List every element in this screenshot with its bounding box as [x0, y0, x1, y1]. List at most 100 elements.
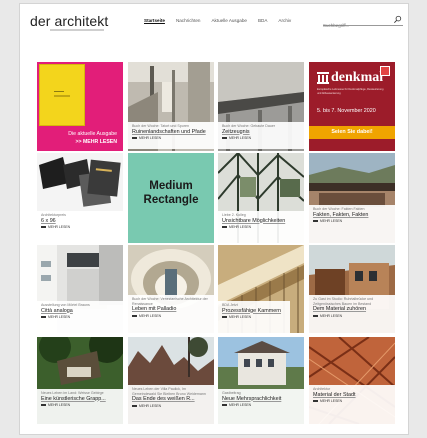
read-more-link[interactable]: MEHR LESEN — [222, 225, 300, 229]
read-more-label: MEHR LESEN — [48, 315, 71, 319]
leipzig-fair-logo — [380, 66, 390, 76]
article-title[interactable]: Das Ende des weißen R... — [132, 396, 210, 403]
article-title[interactable]: Dem Material zuhören — [313, 306, 391, 313]
tile-article-6x96[interactable]: Architekturpreis 6 x 96 MEHR LESEN — [37, 153, 123, 243]
read-more-label: MEHR LESEN — [48, 225, 71, 229]
article-card: Liebe 2. Kolleg Unsichtbare Möglichkeite… — [218, 211, 304, 243]
read-more-label: MEHR LESEN — [229, 136, 252, 140]
bar-icon — [41, 404, 46, 406]
read-more-link[interactable]: MEHR LESEN — [41, 315, 119, 319]
read-more-label: MEHR LESEN — [320, 219, 343, 223]
read-more-link[interactable]: MEHR LESEN — [313, 399, 391, 403]
article-card: Architekturpreis 6 x 96 MEHR LESEN — [37, 211, 123, 243]
bar-icon — [313, 400, 318, 402]
tile-article-kammern[interactable]: BDA Jetzt Prozessfähige Kammern MEHR LES… — [218, 245, 304, 333]
tile-article-material[interactable]: Zu Gast im Studio: Ruhrtalbrücke und Zei… — [309, 245, 395, 333]
tile-article-ruinen[interactable]: Buch der Woche: Tatort und Spuren Ruinen… — [128, 62, 214, 151]
magazine-cover-image — [39, 64, 85, 126]
article-card: Buch der Woche: Fakten Fakten Fakten, Fa… — [309, 205, 395, 243]
read-more-link[interactable]: MEHR LESEN — [313, 314, 391, 318]
search-icon[interactable] — [393, 15, 402, 24]
read-more-link[interactable]: MEHR LESEN — [132, 404, 210, 408]
read-more-label: MEHR LESEN — [320, 313, 343, 318]
bar-icon — [222, 404, 227, 406]
read-more-link[interactable]: MEHR LESEN — [313, 219, 391, 223]
tile-article-zeitzeugnis[interactable]: Buch der Woche: Gebaute Dauer Zeitzeugni… — [218, 62, 304, 151]
article-title[interactable]: Unsichtbare Möglichkeiten — [222, 218, 300, 225]
bar-icon — [313, 220, 318, 222]
article-card: Architektur Material der Stadt MEHR LESE… — [309, 385, 395, 424]
bar-icon — [41, 316, 46, 318]
article-card: Ausstellung von Mörtel Brauns Città anal… — [37, 301, 123, 333]
article-title[interactable]: Ruinenlandschaften und Pfade — [132, 129, 210, 136]
bar-icon — [41, 226, 46, 228]
tile-article-stadt[interactable]: Architektur Material der Stadt MEHR LESE… — [309, 337, 395, 424]
article-title[interactable]: Material der Stadt — [313, 392, 391, 399]
page: der architekt Startseite Nachrichten Akt… — [19, 3, 409, 435]
ad-placeholder-label: Medium Rectangle — [143, 180, 199, 206]
bar-icon — [222, 137, 227, 139]
cover-issue-label: Die aktuelle Ausgabe — [68, 131, 117, 137]
article-title[interactable]: Neue Mehrsprachlichkeit — [222, 396, 300, 403]
read-more-label: MEHR LESEN — [229, 225, 252, 229]
article-title[interactable]: Fakten, Fakten, Fakten — [313, 212, 391, 219]
tile-article-grapp[interactable]: Neues Leben im Land: Weisse Gebirge Eine… — [37, 337, 123, 424]
read-more-label: MEHR LESEN — [320, 399, 343, 403]
read-more-label: MEHR LESEN — [139, 313, 162, 318]
tile-article-citta-analoga[interactable]: Ausstellung von Mörtel Brauns Città anal… — [37, 245, 123, 333]
read-more-link[interactable]: MEHR LESEN — [222, 136, 300, 140]
tile-article-fakten[interactable]: Buch der Woche: Fakten Fakten Fakten, Fa… — [309, 153, 395, 243]
tile-article-weissen[interactable]: Neues Leben der Villa Paulick, Im Gemein… — [128, 337, 214, 424]
tile-ad-denkmal[interactable]: denkmal Europäische Leitmesse für Denkma… — [309, 62, 395, 151]
main-nav: Startseite Nachrichten Aktuelle Ausgabe … — [144, 18, 302, 23]
tile-article-moeglichkeiten[interactable]: Liebe 2. Kolleg Unsichtbare Möglichkeite… — [218, 153, 304, 243]
article-title[interactable]: 6 x 96 — [41, 218, 119, 225]
article-card: Buch der Woche: Gebaute Dauer Zeitzeugni… — [218, 122, 304, 149]
nav-item-aktuelle-ausgabe[interactable]: Aktuelle Ausgabe — [211, 18, 247, 23]
read-more-label: MEHR LESEN — [139, 136, 162, 140]
nav-item-startseite[interactable]: Startseite — [144, 18, 165, 23]
search-input[interactable] — [323, 20, 389, 31]
article-card: Buch der Woche: Tatort und Spuren Ruinen… — [128, 122, 214, 149]
denkmal-cta-button[interactable]: Seien Sie dabei! — [309, 126, 395, 139]
read-more-link[interactable]: MEHR LESEN — [222, 315, 286, 319]
read-more-link[interactable]: MEHR LESEN — [132, 136, 210, 140]
tile-current-issue[interactable]: Die aktuelle Ausgabe >> MEHR LESEN — [37, 62, 123, 151]
bar-icon — [222, 316, 227, 318]
article-title[interactable]: Prozessfähige Kammern — [222, 308, 286, 315]
read-more-label: MEHR LESEN — [139, 403, 162, 408]
article-card: Buch der Woche: Venezianische Architektu… — [128, 295, 214, 333]
site-logo[interactable]: der architekt — [30, 13, 108, 29]
logo-tagline — [50, 29, 104, 31]
tile-article-palladio[interactable]: Buch der Woche: Venezianische Architektu… — [128, 245, 214, 333]
nav-item-bda[interactable]: BDA — [258, 18, 267, 23]
read-more-label: MEHR LESEN — [229, 315, 252, 319]
article-title[interactable]: Eine künstlerische Grapp... — [41, 396, 119, 403]
article-card: Gastbeitrag Neue Mehrsprachlichkeit MEHR… — [218, 389, 304, 424]
article-card: Neues Leben der Villa Paulick, Im Gemein… — [128, 385, 214, 424]
site-header: der architekt Startseite Nachrichten Akt… — [20, 4, 408, 40]
read-more-link[interactable]: MEHR LESEN — [41, 403, 119, 407]
article-grid: Die aktuelle Ausgabe >> MEHR LESEN Buch … — [37, 62, 395, 424]
article-card: Neues Leben im Land: Weisse Gebirge Eine… — [37, 389, 123, 424]
article-title[interactable]: Zeitzeugnis — [222, 129, 300, 136]
denkmal-logo: denkmal — [317, 70, 383, 86]
read-more-link[interactable]: MEHR LESEN — [222, 403, 300, 407]
cover-read-more-link[interactable]: >> MEHR LESEN — [37, 139, 123, 146]
nav-item-nachrichten[interactable]: Nachrichten — [176, 18, 201, 23]
tile-article-mehrsprachlichkeit[interactable]: Gastbeitrag Neue Mehrsprachlichkeit MEHR… — [218, 337, 304, 424]
ad-medium-rectangle[interactable]: Medium Rectangle — [128, 153, 214, 243]
article-title[interactable]: Città analoga — [41, 308, 119, 315]
read-more-link[interactable]: MEHR LESEN — [41, 225, 119, 229]
article-kicker: Zu Gast im Studio: Ruhrtalbrücke und Zei… — [313, 297, 374, 306]
bar-icon — [132, 404, 137, 407]
denkmal-brand: denkmal — [331, 70, 384, 85]
article-title[interactable]: Leben mit Palladio — [132, 306, 210, 313]
bar-icon — [132, 137, 137, 139]
read-more-link[interactable]: MEHR LESEN — [132, 314, 210, 318]
nav-item-archiv[interactable]: Archiv — [278, 18, 291, 23]
read-more-label: MEHR LESEN — [229, 403, 252, 407]
columns-icon — [317, 72, 329, 84]
bar-icon — [222, 226, 227, 228]
denkmal-date: 5. bis 7. November 2020 — [317, 108, 376, 114]
